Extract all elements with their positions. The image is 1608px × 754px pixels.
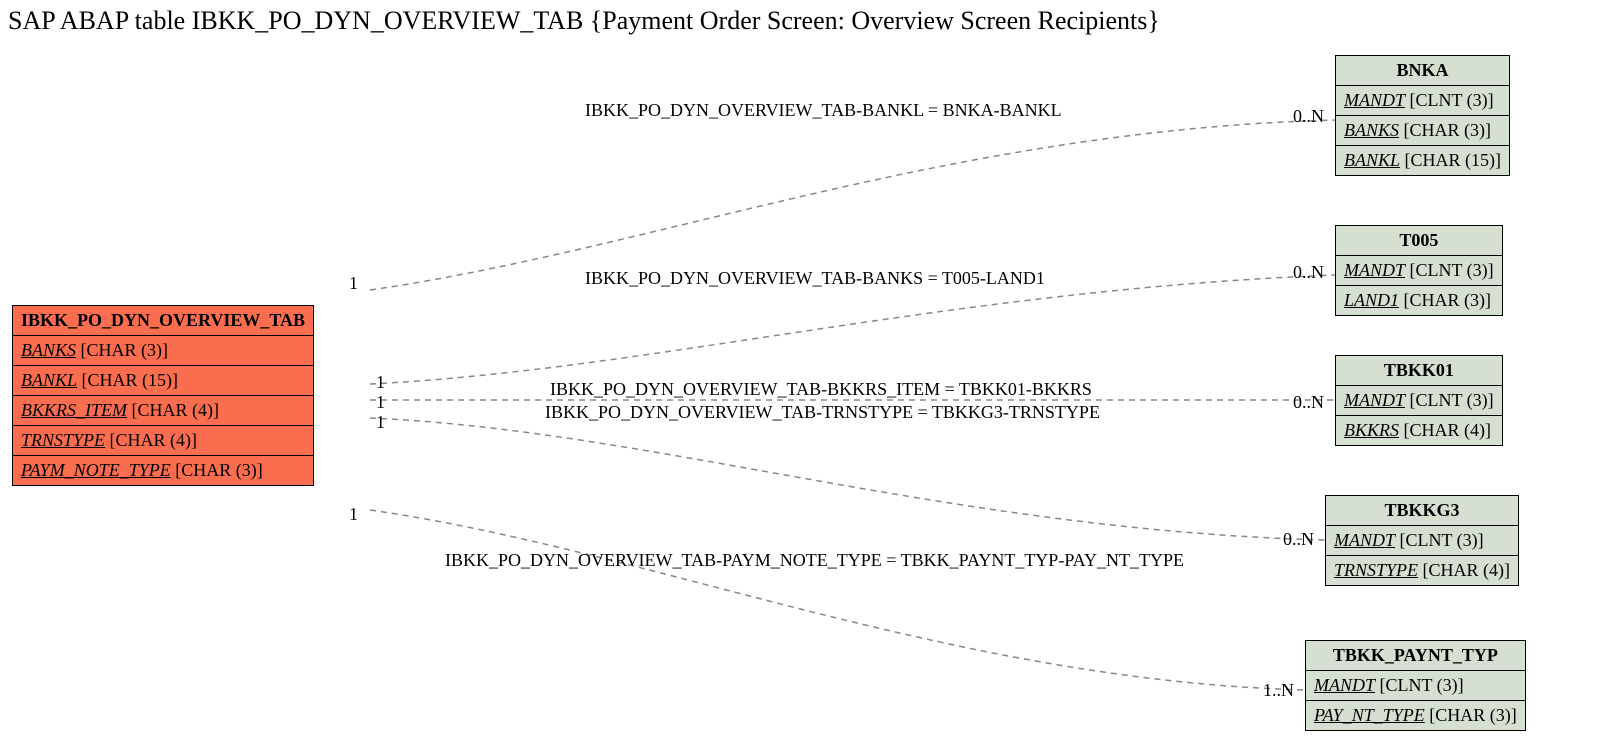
attr-row: PAYM_NOTE_TYPE [CHAR (3)] [13, 456, 314, 486]
cardinality-right: 0..N [1293, 262, 1324, 283]
entity-t005: T005 MANDT [CLNT (3)] LAND1 [CHAR (3)] [1335, 225, 1503, 316]
entity-target-name: TBKK_PAYNT_TYP [1306, 641, 1526, 671]
cardinality-left: 1 [376, 372, 385, 393]
cardinality-left: 1 [376, 412, 385, 433]
cardinality-left: 1 [349, 273, 358, 294]
entity-tbkk01: TBKK01 MANDT [CLNT (3)] BKKRS [CHAR (4)] [1335, 355, 1503, 446]
cardinality-right: 1..N [1263, 680, 1294, 701]
cardinality-left: 1 [376, 392, 385, 413]
attr-row: LAND1 [CHAR (3)] [1336, 286, 1503, 316]
edge-label: IBKK_PO_DYN_OVERVIEW_TAB-BANKS = T005-LA… [585, 268, 1045, 289]
page-title: SAP ABAP table IBKK_PO_DYN_OVERVIEW_TAB … [8, 6, 1160, 36]
cardinality-right: 0..N [1293, 106, 1324, 127]
edge-label: IBKK_PO_DYN_OVERVIEW_TAB-BANKL = BNKA-BA… [585, 100, 1062, 121]
attr-row: BANKL [CHAR (15)] [13, 366, 314, 396]
entity-primary-name: IBKK_PO_DYN_OVERVIEW_TAB [13, 306, 314, 336]
edge-label: IBKK_PO_DYN_OVERVIEW_TAB-TRNSTYPE = TBKK… [545, 402, 1100, 423]
entity-tbkk-paynt-typ: TBKK_PAYNT_TYP MANDT [CLNT (3)] PAY_NT_T… [1305, 640, 1526, 731]
attr-row: BANKS [CHAR (3)] [13, 336, 314, 366]
cardinality-left: 1 [349, 504, 358, 525]
entity-tbkkg3: TBKKG3 MANDT [CLNT (3)] TRNSTYPE [CHAR (… [1325, 495, 1519, 586]
entity-target-name: TBKK01 [1336, 356, 1503, 386]
attr-row: PAY_NT_TYPE [CHAR (3)] [1306, 701, 1526, 731]
entity-target-name: T005 [1336, 226, 1503, 256]
attr-row: BKKRS_ITEM [CHAR (4)] [13, 396, 314, 426]
entity-target-name: BNKA [1336, 56, 1510, 86]
attr-row: MANDT [CLNT (3)] [1336, 86, 1510, 116]
attr-row: TRNSTYPE [CHAR (4)] [1326, 556, 1519, 586]
attr-row: MANDT [CLNT (3)] [1306, 671, 1526, 701]
attr-row: BKKRS [CHAR (4)] [1336, 416, 1503, 446]
attr-row: TRNSTYPE [CHAR (4)] [13, 426, 314, 456]
attr-row: MANDT [CLNT (3)] [1336, 256, 1503, 286]
attr-row: BANKL [CHAR (15)] [1336, 146, 1510, 176]
edge-label: IBKK_PO_DYN_OVERVIEW_TAB-BKKRS_ITEM = TB… [550, 379, 1092, 400]
attr-row: MANDT [CLNT (3)] [1326, 526, 1519, 556]
entity-primary: IBKK_PO_DYN_OVERVIEW_TAB BANKS [CHAR (3)… [12, 305, 314, 486]
entity-target-name: TBKKG3 [1326, 496, 1519, 526]
attr-row: MANDT [CLNT (3)] [1336, 386, 1503, 416]
entity-bnka: BNKA MANDT [CLNT (3)] BANKS [CHAR (3)] B… [1335, 55, 1510, 176]
cardinality-right: 0..N [1293, 392, 1324, 413]
edge-label: IBKK_PO_DYN_OVERVIEW_TAB-PAYM_NOTE_TYPE … [445, 550, 1184, 571]
attr-row: BANKS [CHAR (3)] [1336, 116, 1510, 146]
cardinality-right: 0..N [1283, 529, 1314, 550]
